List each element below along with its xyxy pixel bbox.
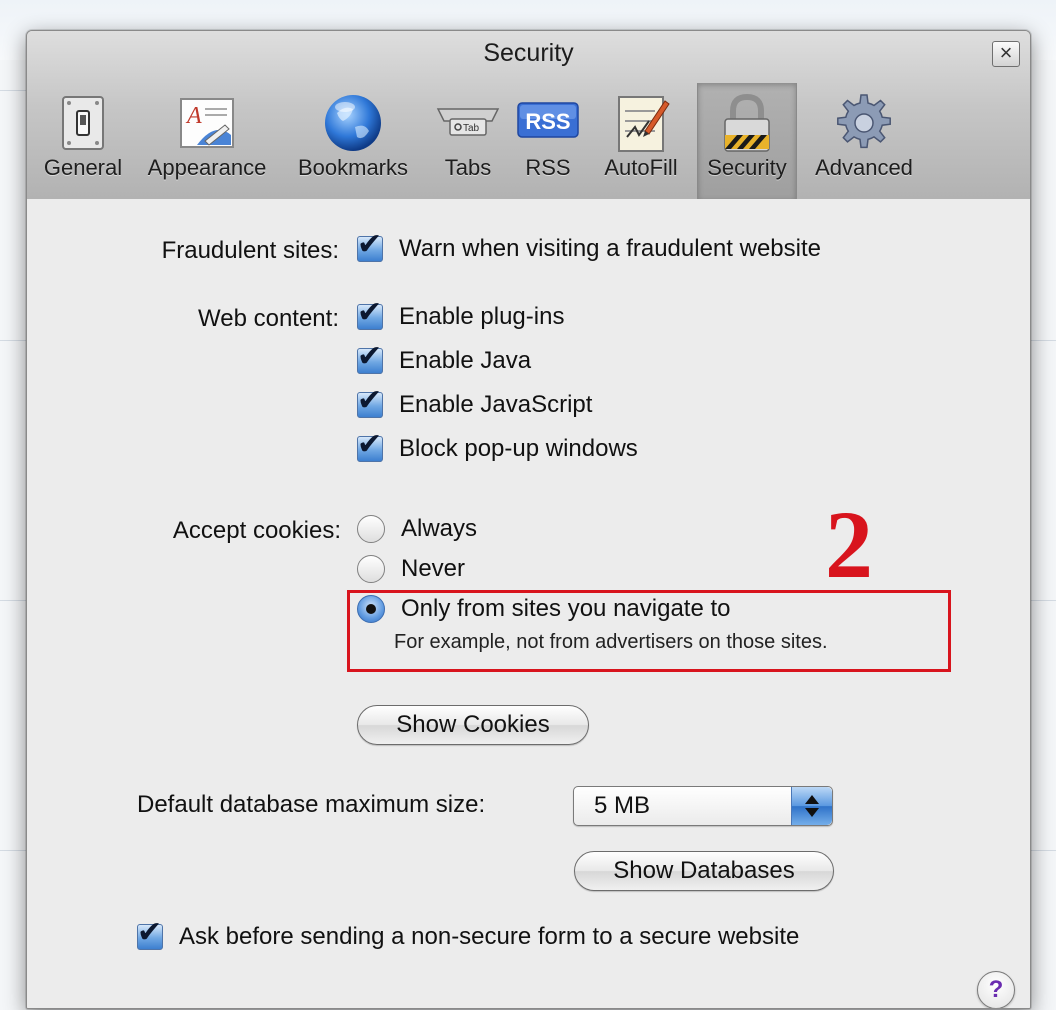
toolbar-item-bookmarks[interactable]: Bookmarks: [285, 83, 421, 199]
security-settings-panel: Fraudulent sites: ✔ Warn when visiting a…: [27, 199, 1030, 1008]
appearance-icon: A: [180, 98, 234, 148]
autofill-icon: [618, 96, 670, 152]
tab-icon-text: Tab: [463, 123, 480, 134]
enable-java-option[interactable]: ✔ Enable Java: [357, 342, 532, 375]
cookies-always-radio[interactable]: [357, 515, 385, 543]
secure-form-option[interactable]: ✔ Ask before sending a non-secure form t…: [137, 918, 800, 951]
show-databases-button[interactable]: Show Databases: [574, 851, 834, 891]
annotation-number: 2: [825, 491, 873, 598]
lock-icon: [724, 93, 770, 152]
secure-form-label: Ask before sending a non-secure form to …: [179, 923, 800, 950]
fraudulent-sites-label: Fraudulent sites:: [161, 237, 339, 264]
gear-icon: [837, 94, 891, 149]
toolbar-label-advanced: Advanced: [815, 155, 913, 180]
toolbar-label-autofill: AutoFill: [604, 155, 678, 180]
enable-plugins-label: Enable plug-ins: [399, 303, 565, 330]
web-content-label: Web content:: [198, 305, 339, 332]
general-switch-icon: [62, 96, 104, 150]
background-divider: [1030, 340, 1056, 341]
cookies-never-option[interactable]: Never: [357, 555, 465, 583]
toolbar-item-autofill[interactable]: AutoFill: [591, 83, 691, 199]
toolbar-item-security[interactable]: Security: [697, 83, 797, 199]
block-popups-option[interactable]: ✔ Block pop-up windows: [357, 430, 638, 463]
preferences-toolbar: General A Appearance Bookmarks Tab Tabs …: [27, 83, 1030, 199]
cookies-always-option[interactable]: Always: [357, 515, 477, 543]
accept-cookies-label: Accept cookies:: [172, 517, 341, 544]
window-title: Security: [483, 39, 574, 67]
toolbar-label-rss: RSS: [525, 155, 571, 180]
rss-icon: RSS: [517, 102, 579, 138]
block-popups-checkbox[interactable]: ✔: [357, 430, 383, 462]
enable-java-checkbox[interactable]: ✔: [357, 342, 383, 374]
cookies-never-label: Never: [401, 555, 466, 582]
toolbar-label-bookmarks: Bookmarks: [297, 155, 409, 180]
enable-javascript-option[interactable]: ✔ Enable JavaScript: [357, 386, 593, 419]
toolbar-label-appearance: Appearance: [147, 155, 267, 180]
tabs-icon: Tab: [436, 108, 500, 136]
toolbar-item-appearance[interactable]: A Appearance: [139, 83, 275, 199]
title-bar: Security × General A Appearance Bookmark…: [27, 31, 1030, 200]
enable-plugins-option[interactable]: ✔ Enable plug-ins: [357, 298, 565, 331]
enable-java-label: Enable Java: [399, 347, 532, 374]
annotation-highlight-box: [347, 590, 951, 672]
toolbar-label-security: Security: [707, 155, 787, 180]
help-button[interactable]: ?: [977, 971, 1015, 1008]
cookies-always-label: Always: [401, 515, 478, 542]
toolbar-item-rss[interactable]: RSS RSS: [513, 83, 583, 199]
database-size-value: 5 MB: [594, 792, 651, 819]
database-size-select[interactable]: 5 MB: [573, 786, 833, 826]
fraud-warning-label: Warn when visiting a fraudulent website: [399, 235, 821, 262]
enable-javascript-label: Enable JavaScript: [399, 391, 593, 418]
toolbar-label-general: General: [43, 155, 123, 180]
rss-icon-text: RSS: [525, 109, 570, 134]
toolbar-item-general[interactable]: General: [35, 83, 131, 199]
toolbar-item-tabs[interactable]: Tab Tabs: [429, 83, 507, 199]
toolbar-label-tabs: Tabs: [444, 155, 492, 180]
enable-javascript-checkbox[interactable]: ✔: [357, 386, 383, 418]
database-size-label: Default database maximum size:: [137, 791, 486, 818]
globe-icon: [325, 95, 381, 151]
security-preferences-window: Security × General A Appearance Bookmark…: [26, 30, 1031, 1009]
fraud-warning-option[interactable]: ✔ Warn when visiting a fraudulent websit…: [357, 230, 821, 263]
background-divider: [1030, 850, 1056, 851]
show-cookies-button[interactable]: Show Cookies: [357, 705, 589, 745]
cookies-never-radio[interactable]: [357, 555, 385, 583]
close-button[interactable]: ×: [992, 41, 1020, 67]
svg-text:A: A: [185, 103, 202, 129]
secure-form-checkbox[interactable]: ✔: [137, 918, 163, 950]
block-popups-label: Block pop-up windows: [399, 435, 638, 462]
enable-plugins-checkbox[interactable]: ✔: [357, 298, 383, 330]
select-stepper-icon: [791, 787, 832, 825]
background-divider: [1030, 600, 1056, 601]
fraud-warning-checkbox[interactable]: ✔: [357, 230, 383, 262]
toolbar-item-advanced[interactable]: Advanced: [803, 83, 925, 199]
